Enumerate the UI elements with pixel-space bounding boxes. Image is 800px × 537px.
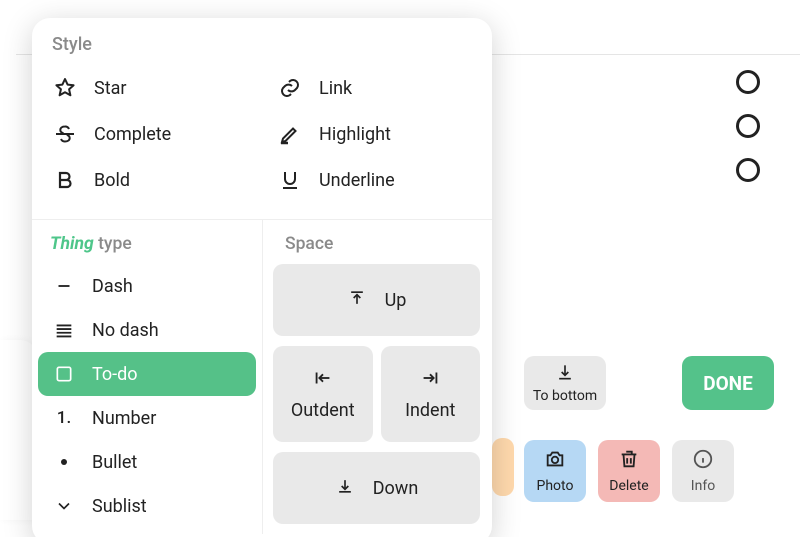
info-label: Info bbox=[691, 478, 715, 494]
highlight-icon bbox=[277, 121, 303, 147]
thing-type-header: Thing type bbox=[38, 234, 256, 264]
bullet-icon bbox=[52, 450, 76, 474]
nodash-icon bbox=[52, 318, 76, 342]
space-down-button[interactable]: Down bbox=[273, 452, 480, 524]
style-star-label: Star bbox=[94, 78, 126, 99]
style-star[interactable]: Star bbox=[42, 65, 257, 111]
star-icon bbox=[52, 75, 78, 101]
thing-type-section: Thing type Dash No dash To-do 1. Number … bbox=[32, 220, 262, 534]
space-up-label: Up bbox=[385, 290, 407, 311]
style-bold-label: Bold bbox=[94, 170, 130, 191]
dash-icon bbox=[52, 274, 76, 298]
todo-icon bbox=[52, 362, 76, 386]
style-grid: Star Link Complete Highlight Bold Underl… bbox=[32, 65, 492, 219]
thing-todo[interactable]: To-do bbox=[38, 352, 256, 396]
strikethrough-icon bbox=[52, 121, 78, 147]
action-row: Photo Delete Info bbox=[524, 440, 734, 502]
lower-sections: Thing type Dash No dash To-do 1. Number … bbox=[32, 219, 492, 534]
space-indent-label: Indent bbox=[405, 400, 455, 421]
thing-dash[interactable]: Dash bbox=[38, 264, 256, 308]
bold-icon bbox=[52, 167, 78, 193]
camera-icon bbox=[544, 448, 566, 474]
circle-outline-icon[interactable] bbox=[736, 114, 760, 138]
thing-nodash-label: No dash bbox=[92, 320, 159, 341]
delete-button[interactable]: Delete bbox=[598, 440, 660, 502]
thing-suffix: type bbox=[94, 234, 132, 254]
photo-button[interactable]: Photo bbox=[524, 440, 586, 502]
trash-icon bbox=[618, 448, 640, 474]
space-indent-button[interactable]: Indent bbox=[381, 346, 481, 442]
indent-icon bbox=[419, 367, 441, 394]
format-panel: Style Star Link Complete Highlight Bold … bbox=[32, 18, 492, 537]
style-link-label: Link bbox=[319, 78, 352, 99]
underline-icon bbox=[277, 167, 303, 193]
to-bottom-button[interactable]: To bottom bbox=[524, 356, 606, 410]
style-link[interactable]: Link bbox=[267, 65, 482, 111]
style-highlight-label: Highlight bbox=[319, 124, 391, 145]
photo-label: Photo bbox=[537, 478, 574, 494]
done-button[interactable]: DONE bbox=[682, 356, 774, 410]
space-section: Space Up Outdent Indent bbox=[262, 220, 492, 534]
style-highlight[interactable]: Highlight bbox=[267, 111, 482, 157]
thing-bullet-label: Bullet bbox=[92, 452, 137, 473]
style-section-header: Style bbox=[32, 18, 492, 65]
circle-outline-icon[interactable] bbox=[736, 158, 760, 182]
chevron-down-icon bbox=[52, 494, 76, 518]
done-label: DONE bbox=[703, 372, 753, 395]
thing-sublist[interactable]: Sublist bbox=[38, 484, 256, 528]
space-outdent-label: Outdent bbox=[291, 400, 355, 421]
info-icon bbox=[692, 448, 714, 474]
arrow-down-bar-icon bbox=[555, 362, 575, 386]
thing-dash-label: Dash bbox=[92, 276, 133, 297]
space-header: Space bbox=[273, 234, 480, 264]
space-down-label: Down bbox=[373, 478, 419, 499]
bottom-toolbar: To bottom DONE Photo Delete Info bbox=[508, 340, 790, 520]
to-bottom-label: To bottom bbox=[533, 388, 597, 404]
number-icon: 1. bbox=[52, 406, 76, 430]
thing-sublist-label: Sublist bbox=[92, 496, 147, 517]
space-outdent-button[interactable]: Outdent bbox=[273, 346, 373, 442]
thing-prefix: Thing bbox=[50, 234, 94, 254]
thing-todo-label: To-do bbox=[92, 364, 138, 385]
style-underline[interactable]: Underline bbox=[267, 157, 482, 203]
thing-bullet[interactable]: Bullet bbox=[38, 440, 256, 484]
thing-number-label: Number bbox=[92, 408, 156, 429]
style-bold[interactable]: Bold bbox=[42, 157, 257, 203]
thing-nodash[interactable]: No dash bbox=[38, 308, 256, 352]
info-button[interactable]: Info bbox=[672, 440, 734, 502]
delete-label: Delete bbox=[609, 478, 648, 494]
arrow-down-icon bbox=[335, 476, 355, 501]
space-up-button[interactable]: Up bbox=[273, 264, 480, 336]
outdent-icon bbox=[312, 367, 334, 394]
style-complete-label: Complete bbox=[94, 124, 171, 145]
thing-number[interactable]: 1. Number bbox=[38, 396, 256, 440]
link-icon bbox=[277, 75, 303, 101]
arrow-up-bar-icon bbox=[347, 288, 367, 313]
style-underline-label: Underline bbox=[319, 170, 395, 191]
style-complete[interactable]: Complete bbox=[42, 111, 257, 157]
circle-outline-icon[interactable] bbox=[736, 70, 760, 94]
